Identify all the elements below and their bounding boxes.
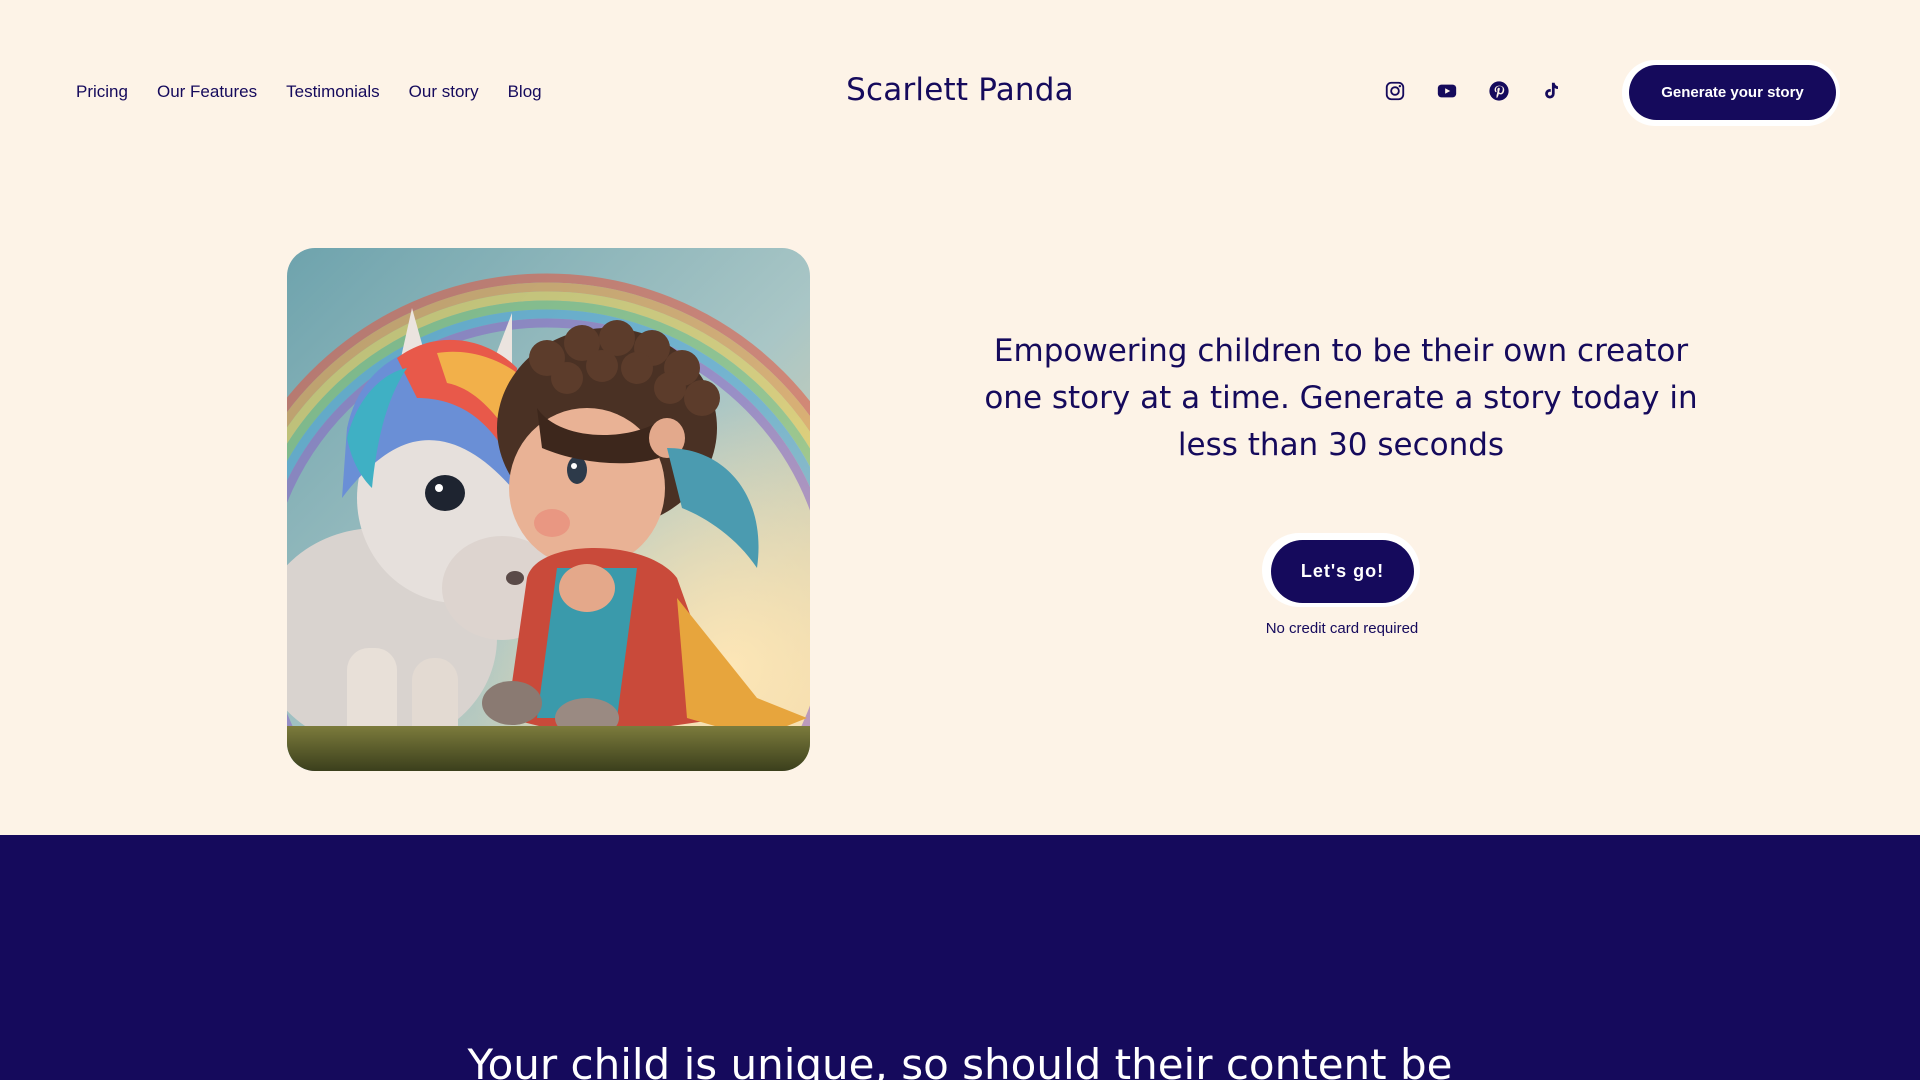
site-header: Pricing Our Features Testimonials Our st… bbox=[0, 0, 1920, 185]
hero-illustration bbox=[287, 248, 810, 771]
hero-headline: Empowering children to be their own crea… bbox=[980, 328, 1702, 469]
nav-link-our-story[interactable]: Our story bbox=[409, 80, 479, 104]
tiktok-icon bbox=[1545, 82, 1558, 99]
brand-logo[interactable]: Scarlett Panda bbox=[846, 72, 1074, 108]
girl-and-unicorn-image bbox=[287, 248, 810, 771]
nav-link-blog[interactable]: Blog bbox=[508, 80, 542, 104]
main-nav: Pricing Our Features Testimonials Our st… bbox=[76, 80, 571, 104]
lets-go-button[interactable]: Let's go! bbox=[1271, 540, 1414, 603]
hero-headline-line-1: Empowering children to be their own crea… bbox=[993, 333, 1689, 369]
youtube-link[interactable] bbox=[1436, 80, 1458, 102]
pinterest-icon bbox=[1489, 81, 1509, 101]
pinterest-link[interactable] bbox=[1488, 80, 1510, 102]
instagram-link[interactable] bbox=[1384, 80, 1406, 102]
hero-headline-line-3: less than 30 seconds bbox=[1177, 427, 1505, 463]
youtube-icon bbox=[1437, 84, 1457, 98]
social-links bbox=[1384, 80, 1562, 102]
nav-link-testimonials[interactable]: Testimonials bbox=[286, 80, 380, 104]
features-band-title: Your child is unique, so should their co… bbox=[467, 1040, 1453, 1080]
nav-link-pricing[interactable]: Pricing bbox=[76, 80, 128, 104]
generate-story-button[interactable]: Generate your story bbox=[1629, 65, 1836, 120]
instagram-icon bbox=[1385, 81, 1405, 101]
hero-headline-line-2: one story at a time. Generate a story to… bbox=[984, 380, 1698, 416]
nav-link-our-features[interactable]: Our Features bbox=[157, 80, 257, 104]
tiktok-link[interactable] bbox=[1540, 80, 1562, 102]
no-credit-card-note: No credit card required bbox=[1265, 620, 1419, 637]
